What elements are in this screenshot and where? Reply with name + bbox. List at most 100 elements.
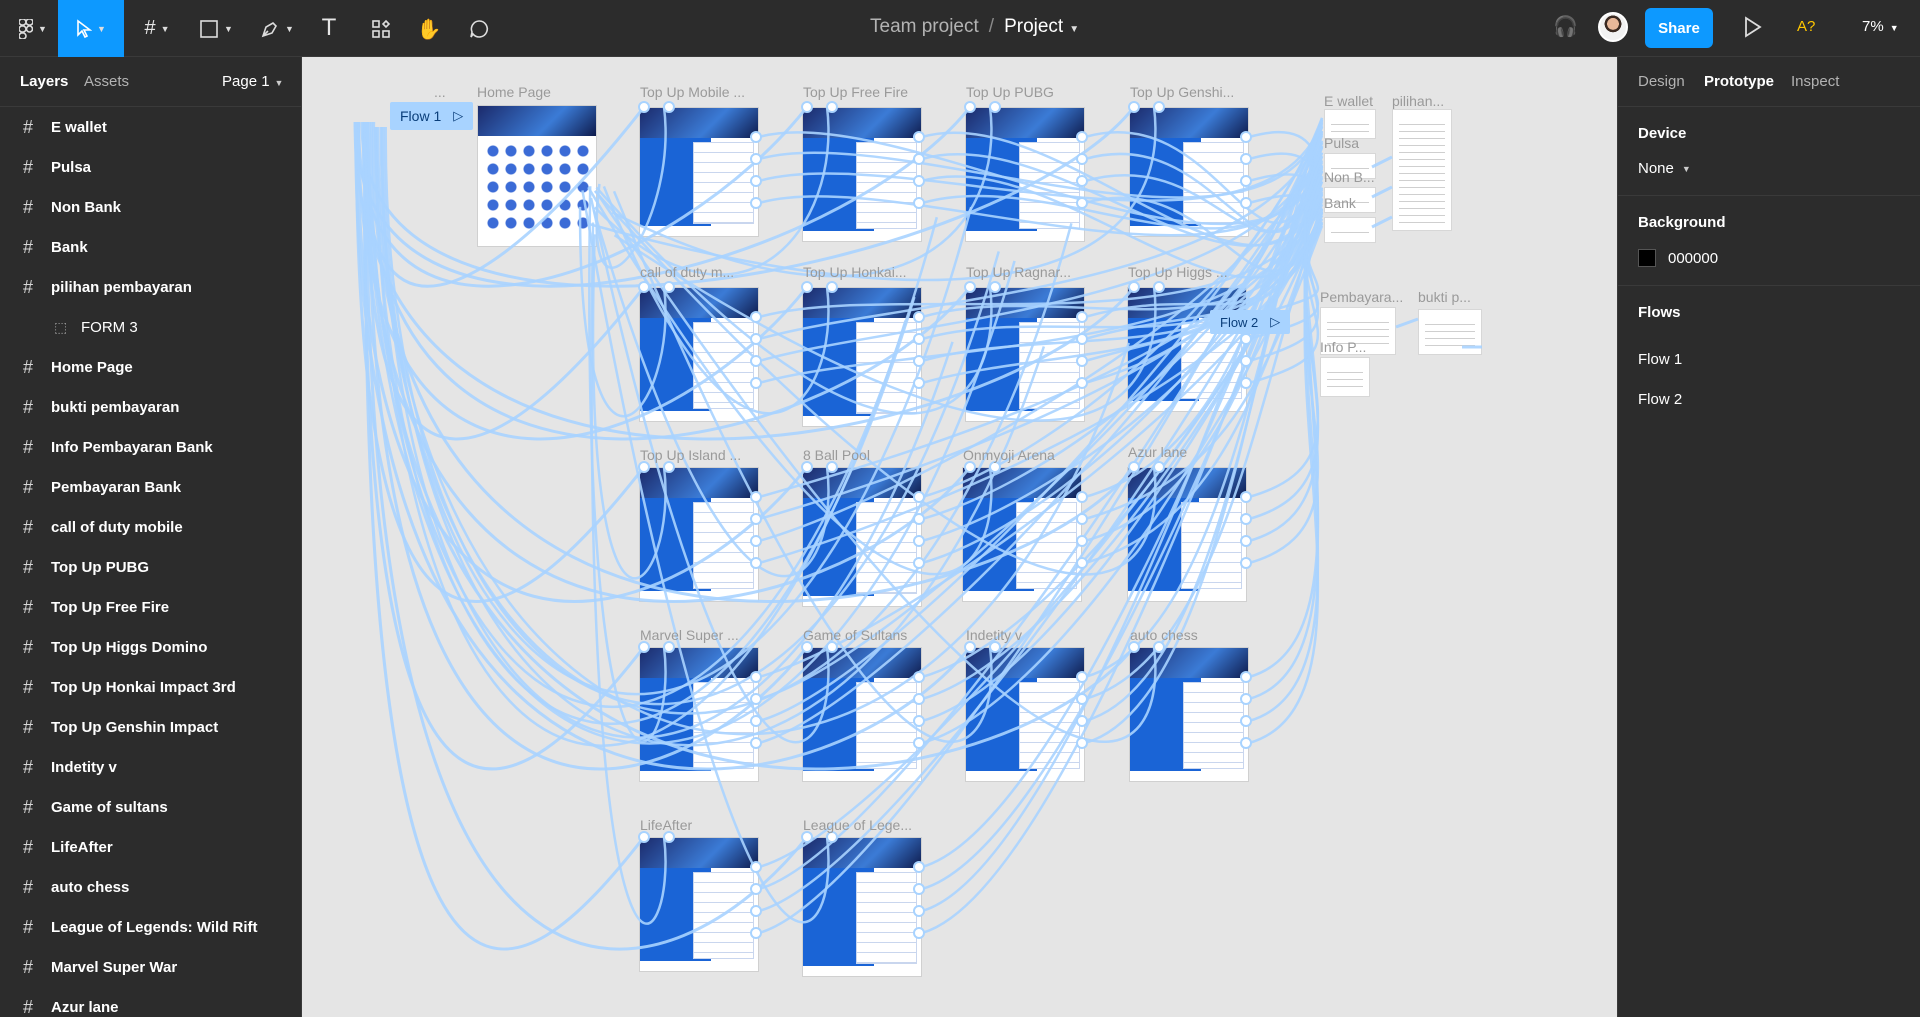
main-menu-button[interactable]: ▼ (10, 0, 56, 57)
layer-item[interactable]: # Info Pembayaran Bank (0, 427, 301, 467)
team-name-link[interactable]: Team project (870, 16, 979, 38)
layer-item[interactable]: ⬚ FORM 3 (0, 307, 301, 347)
layer-item[interactable]: # call of duty mobile (0, 507, 301, 547)
layer-item[interactable]: # Top Up Genshin Impact (0, 707, 301, 747)
frame-icon: # (23, 556, 34, 577)
frame-icon: # (23, 916, 34, 937)
color-swatch[interactable] (1638, 249, 1656, 267)
frame-label[interactable]: LifeAfter (640, 817, 692, 833)
layer-item[interactable]: # Indetity v (0, 747, 301, 787)
text-tool-button[interactable]: T (308, 0, 350, 57)
frame-label[interactable]: Marvel Super ... (640, 627, 739, 643)
frame-label[interactable]: call of duty m... (640, 264, 734, 280)
flow-item[interactable]: Flow 2 (1638, 379, 1900, 419)
play-icon[interactable]: ▷ (453, 108, 463, 124)
zoom-dropdown[interactable]: 7% ▼ (1862, 18, 1899, 35)
layer-item[interactable]: # Marvel Super War (0, 947, 301, 987)
layer-label: Top Up Honkai Impact 3rd (51, 678, 236, 696)
layer-item[interactable]: # auto chess (0, 867, 301, 907)
project-name-dropdown[interactable]: Project ▼ (1004, 16, 1079, 38)
comment-tool-button[interactable] (458, 0, 500, 57)
layer-item[interactable]: # Top Up Higgs Domino (0, 627, 301, 667)
layer-item[interactable]: # pilihan pembayaran (0, 267, 301, 307)
layer-item[interactable]: # League of Legends: Wild Rift (0, 907, 301, 947)
multiplayer-badge[interactable]: A? (1797, 18, 1815, 35)
frame-icon: # (23, 356, 34, 377)
frame-label[interactable]: Top Up Genshi... (1130, 84, 1234, 100)
frame-label[interactable]: Azur lane (1128, 444, 1187, 460)
layer-item[interactable]: # Top Up Free Fire (0, 587, 301, 627)
pen-tool-button[interactable]: ▼ (252, 0, 302, 57)
frame-label[interactable]: Bank (1324, 195, 1356, 211)
flow-1-start-tag[interactable]: Flow 1 ▷ (390, 102, 474, 130)
frame-label[interactable]: Pulsa (1324, 135, 1359, 151)
avatar[interactable] (1598, 12, 1628, 42)
frame-label[interactable]: Home Page (477, 84, 551, 100)
tab-layers[interactable]: Layers (20, 73, 68, 90)
headset-icon[interactable]: 🎧 (1553, 14, 1578, 38)
design-canvas[interactable]: ... Home Page Top Up Mobile ... Top Up F… (302, 57, 1617, 1017)
layer-label: Pulsa (51, 158, 92, 176)
frame-label[interactable]: Top Up PUBG (966, 84, 1054, 100)
background-color-field[interactable]: 000000 (1638, 249, 1900, 267)
frame-label[interactable]: Top Up Honkai... (803, 264, 907, 280)
frame-label[interactable]: Non B... (1324, 169, 1375, 185)
tab-prototype[interactable]: Prototype (1704, 73, 1774, 90)
frame-label[interactable]: bukti p... (1418, 289, 1471, 305)
frame-label[interactable]: Onmyoji Arena (963, 447, 1055, 463)
frame-label[interactable]: Top Up Island ... (640, 447, 741, 463)
frame-label[interactable]: Top Up Higgs ... (1128, 264, 1228, 280)
background-hex[interactable]: 000000 (1668, 250, 1718, 267)
play-icon[interactable]: ▷ (1270, 314, 1280, 330)
frame-label[interactable]: League of Lege... (803, 817, 912, 833)
panel-tabs: Design Prototype Inspect (1618, 57, 1920, 107)
layer-item[interactable]: # Game of sultans (0, 787, 301, 827)
share-button[interactable]: Share (1645, 8, 1713, 48)
layer-item[interactable]: # E wallet (0, 107, 301, 147)
frame-icon: # (23, 756, 34, 777)
components-button[interactable] (360, 0, 402, 57)
device-dropdown[interactable]: None ▼ (1638, 160, 1900, 177)
tab-inspect[interactable]: Inspect (1791, 73, 1839, 90)
layer-item[interactable]: # Top Up Honkai Impact 3rd (0, 667, 301, 707)
layer-item[interactable]: # Pulsa (0, 147, 301, 187)
frame-label[interactable]: Indetity v (966, 627, 1022, 643)
move-tool-button[interactable]: ▼ (58, 0, 124, 57)
layer-label: Top Up Genshin Impact (51, 718, 219, 736)
frame-icon: # (23, 276, 34, 297)
flow-2-start-tag[interactable]: Flow 2 ▷ (1210, 310, 1291, 334)
layer-item[interactable]: # LifeAfter (0, 827, 301, 867)
flow-item[interactable]: Flow 1 (1638, 339, 1900, 379)
shape-tool-button[interactable]: ▼ (190, 0, 242, 57)
layer-item[interactable]: # Pembayaran Bank (0, 467, 301, 507)
frame-label[interactable]: Game of Sultans (803, 627, 907, 643)
layer-item[interactable]: # Top Up PUBG (0, 547, 301, 587)
layer-label: Top Up PUBG (51, 558, 150, 576)
frame-label[interactable]: Top Up Ragnar... (966, 264, 1071, 280)
play-icon[interactable] (1740, 14, 1764, 40)
layer-item[interactable]: # bukti pembayaran (0, 387, 301, 427)
frame-icon: # (23, 596, 34, 617)
frame-label[interactable]: Top Up Free Fire (803, 84, 908, 100)
tab-assets[interactable]: Assets (84, 73, 129, 90)
layer-item[interactable]: # Bank (0, 227, 301, 267)
layer-label: Game of sultans (51, 798, 168, 816)
layer-item[interactable]: # Home Page (0, 347, 301, 387)
frame-tool-icon: # (144, 17, 156, 39)
tab-design[interactable]: Design (1638, 73, 1685, 90)
move-tool-icon (77, 18, 93, 38)
frame-label[interactable]: auto chess (1130, 627, 1198, 643)
hand-tool-button[interactable]: ✋ (408, 0, 450, 57)
frame-label[interactable]: Pembayara... (1320, 289, 1403, 305)
page-selector[interactable]: Page 1 ▼ (222, 73, 283, 90)
frame-label[interactable]: Info P... (1320, 339, 1366, 355)
frame-label[interactable]: pilihan... (1392, 93, 1444, 109)
frame-label[interactable]: 8 Ball Pool (803, 447, 870, 463)
layer-item[interactable]: # Non Bank (0, 187, 301, 227)
frame-label[interactable]: Top Up Mobile ... (640, 84, 745, 100)
properties-panel: Design Prototype Inspect Device None ▼ Ba… (1617, 57, 1920, 1017)
project-name: Project (1004, 16, 1064, 37)
frame-tool-button[interactable]: # ▼ (132, 0, 182, 57)
layer-item[interactable]: # Azur lane (0, 987, 301, 1017)
frame-label[interactable]: E wallet (1324, 93, 1373, 109)
